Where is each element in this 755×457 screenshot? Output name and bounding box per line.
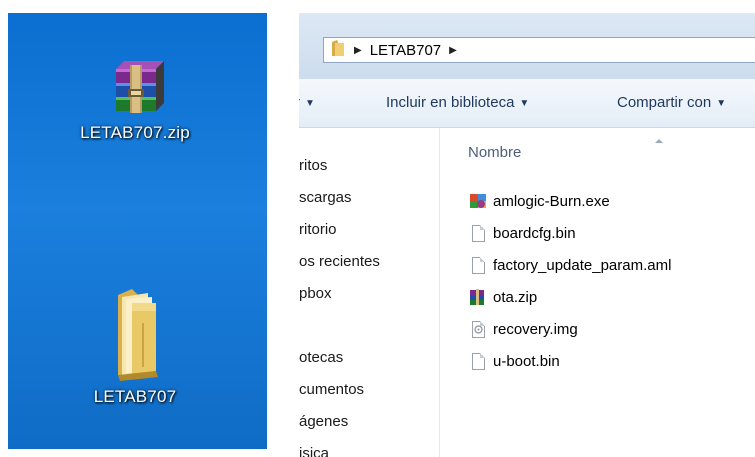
organize-label: r — [299, 94, 300, 111]
file-name: amlogic-Burn.exe — [493, 192, 610, 210]
file-row[interactable]: factory_update_param.aml — [469, 253, 671, 277]
share-with-label: Compartir con — [617, 94, 712, 111]
file-row[interactable]: u-boot.bin — [469, 349, 560, 373]
nav-item-libraries[interactable]: otecas — [299, 349, 343, 366]
address-bar-area: ▶ LETAB707 ▶ — [299, 13, 755, 79]
organize-button[interactable]: r▼ — [299, 94, 315, 111]
breadcrumb-separator-icon[interactable]: ▶ — [354, 45, 362, 56]
nav-item-music[interactable]: isica — [299, 445, 329, 457]
file-row[interactable]: recovery.img — [469, 317, 578, 341]
navigation-pane: ritos scargas ritorio os recientes pbox … — [299, 128, 440, 457]
file-row[interactable]: amlogic-Burn.exe — [469, 189, 610, 213]
nav-item-images[interactable]: ágenes — [299, 413, 348, 430]
generic-file-icon — [469, 351, 487, 371]
desktop-background: LETAB707.zip LETAB707 — [8, 13, 267, 449]
chevron-down-icon: ▼ — [305, 98, 315, 109]
winrar-archive-icon — [469, 287, 487, 307]
desktop-icon-folder[interactable]: LETAB707 — [60, 283, 210, 407]
disk-image-icon — [469, 319, 487, 339]
desktop-icon-label: LETAB707.zip — [80, 123, 190, 142]
file-row[interactable]: boardcfg.bin — [469, 221, 576, 245]
nav-item-desktop[interactable]: ritorio — [299, 221, 337, 238]
column-header-row: Nombre — [440, 128, 755, 164]
nav-item-favorites[interactable]: ritos — [299, 157, 327, 174]
file-row[interactable]: ota.zip — [469, 285, 537, 309]
include-library-button[interactable]: Incluir en biblioteca ▼ — [386, 94, 529, 111]
nav-item-dropbox[interactable]: pbox — [299, 285, 332, 302]
include-library-label: Incluir en biblioteca — [386, 94, 515, 111]
file-name: u-boot.bin — [493, 352, 560, 370]
folder-icon — [330, 38, 346, 62]
generic-file-icon — [469, 255, 487, 275]
sort-ascending-icon — [655, 139, 663, 143]
breadcrumb-segment[interactable]: LETAB707 — [370, 42, 441, 59]
generic-file-icon — [469, 223, 487, 243]
file-name: boardcfg.bin — [493, 224, 576, 242]
winrar-archive-icon — [102, 53, 168, 119]
explorer-window: ▶ LETAB707 ▶ r▼ Incluir en biblioteca▼ C… — [299, 13, 755, 457]
breadcrumb-separator-icon[interactable]: ▶ — [449, 45, 457, 56]
folder-icon — [102, 283, 168, 383]
file-name: recovery.img — [493, 320, 578, 338]
column-header-name[interactable]: Nombre — [468, 144, 521, 161]
address-field[interactable]: ▶ LETAB707 ▶ — [323, 37, 755, 63]
exe-app-icon — [469, 191, 487, 211]
chevron-down-icon: ▼ — [519, 98, 530, 109]
command-bar: r▼ Incluir en biblioteca▼ Compartir con▼ — [299, 79, 755, 128]
nav-item-recent-places[interactable]: os recientes — [299, 253, 380, 270]
chevron-down-icon: ▼ — [716, 98, 727, 109]
desktop-icon-zip[interactable]: LETAB707.zip — [60, 53, 210, 143]
file-name: ota.zip — [493, 288, 538, 306]
nav-item-downloads[interactable]: scargas — [299, 189, 352, 206]
share-with-button[interactable]: Compartir con ▼ — [617, 94, 726, 111]
file-name: factory_update_param.aml — [493, 256, 672, 274]
nav-item-documents[interactable]: cumentos — [299, 381, 364, 398]
desktop-icon-label: LETAB707 — [93, 387, 177, 406]
